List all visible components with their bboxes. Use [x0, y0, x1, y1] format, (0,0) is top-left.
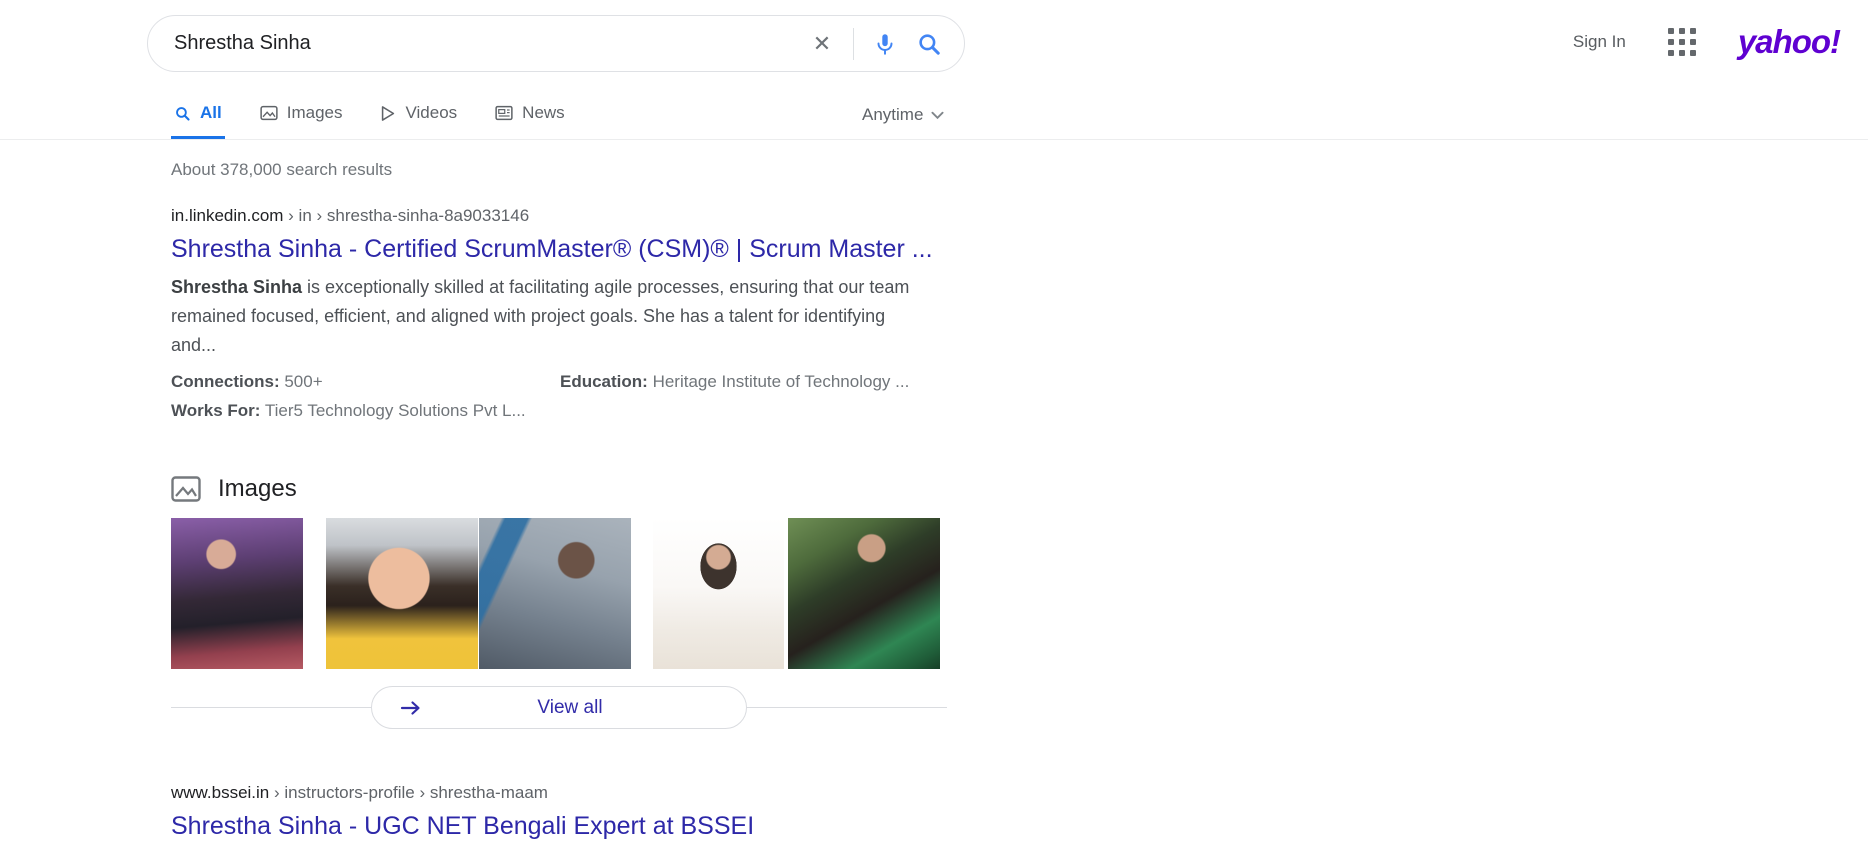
- sign-in-link[interactable]: Sign In: [1573, 32, 1626, 52]
- result-title-link[interactable]: Shrestha Sinha - Certified ScrumMaster® …: [171, 235, 933, 264]
- header-right: Sign In yahoo!: [1573, 22, 1840, 62]
- tab-videos-label: Videos: [405, 103, 457, 123]
- meta-row: Connections: 500+ Education: Heritage In…: [171, 367, 931, 396]
- tab-news[interactable]: News: [492, 103, 568, 139]
- play-icon: [380, 105, 396, 122]
- time-filter-dropdown[interactable]: Anytime: [862, 105, 944, 125]
- breadcrumb-domain: in.linkedin.com: [171, 206, 283, 225]
- images-section-icon: [171, 476, 201, 502]
- image-thumbnail[interactable]: [788, 518, 940, 669]
- meta-connections: Connections: 500+: [171, 367, 560, 396]
- image-icon: [260, 105, 278, 121]
- breadcrumb: in.linkedin.com › in › shrestha-sinha-8a…: [171, 206, 1160, 226]
- search-results-page: ✕ Sign In: [0, 0, 1868, 845]
- voice-search-icon[interactable]: [872, 31, 898, 57]
- images-section-header: Images: [171, 475, 1160, 503]
- clear-search-icon[interactable]: ✕: [809, 31, 835, 57]
- meta-label: Connections:: [171, 372, 280, 391]
- meta-value: 500+: [280, 372, 323, 391]
- meta-value: Tier5 Technology Solutions Pvt L...: [260, 401, 525, 420]
- tab-videos[interactable]: Videos: [377, 103, 460, 139]
- result-snippet: Shrestha Sinha is exceptionally skilled …: [171, 273, 931, 360]
- search-tabs: All Images Videos: [171, 103, 568, 139]
- meta-works-for: Works For: Tier5 Technology Solutions Pv…: [171, 396, 931, 425]
- meta-label: Education:: [560, 372, 648, 391]
- result-title-link[interactable]: Shrestha Sinha - UGC NET Bengali Expert …: [171, 812, 754, 841]
- images-section-title: Images: [218, 475, 297, 503]
- breadcrumb: www.bssei.in › instructors-profile › shr…: [171, 783, 1160, 803]
- view-all-button[interactable]: View all: [371, 686, 747, 729]
- time-filter-label: Anytime: [862, 105, 923, 125]
- view-all-row: View all: [171, 686, 947, 729]
- breadcrumb-domain: www.bssei.in: [171, 783, 269, 802]
- header: ✕ Sign In: [0, 0, 1868, 140]
- meta-education: Education: Heritage Institute of Technol…: [560, 367, 909, 396]
- search-input[interactable]: [174, 32, 809, 55]
- image-thumbnail[interactable]: [479, 518, 631, 669]
- yahoo-logo[interactable]: yahoo!: [1738, 23, 1840, 61]
- search-submit-icon[interactable]: [916, 31, 942, 57]
- image-thumbnail[interactable]: [653, 518, 784, 669]
- image-thumbnails: [171, 518, 1160, 669]
- breadcrumb-path: › instructors-profile › shrestha-maam: [269, 783, 548, 802]
- apps-grid-icon[interactable]: [1668, 28, 1696, 56]
- meta-label: Works For:: [171, 401, 260, 420]
- image-thumbnail[interactable]: [171, 518, 303, 669]
- search-divider: [853, 28, 854, 60]
- results-count: About 378,000 search results: [171, 160, 1160, 180]
- meta-value: Heritage Institute of Technology ...: [648, 372, 909, 391]
- search-result: www.bssei.in › instructors-profile › shr…: [171, 783, 1160, 845]
- tab-images-label: Images: [287, 103, 343, 123]
- tab-images[interactable]: Images: [257, 103, 346, 139]
- results-column: About 378,000 search results in.linkedin…: [0, 160, 1160, 845]
- image-thumbnail[interactable]: [326, 518, 478, 669]
- result-meta: Connections: 500+ Education: Heritage In…: [171, 367, 931, 425]
- news-icon: [495, 105, 513, 121]
- snippet-bold: Shrestha Sinha: [171, 277, 302, 297]
- images-section: Images View all: [171, 475, 1160, 729]
- search-controls: ✕: [809, 28, 942, 60]
- breadcrumb-path: › in › shrestha-sinha-8a9033146: [283, 206, 529, 225]
- tab-news-label: News: [522, 103, 565, 123]
- tab-all[interactable]: All: [171, 103, 225, 139]
- view-all-label: View all: [422, 697, 718, 719]
- search-result: in.linkedin.com › in › shrestha-sinha-8a…: [171, 206, 1160, 425]
- arrow-right-icon: [400, 700, 422, 716]
- search-icon: [174, 105, 191, 122]
- search-bar: ✕: [147, 15, 965, 72]
- chevron-down-icon: [931, 111, 944, 120]
- tab-all-label: All: [200, 103, 222, 123]
